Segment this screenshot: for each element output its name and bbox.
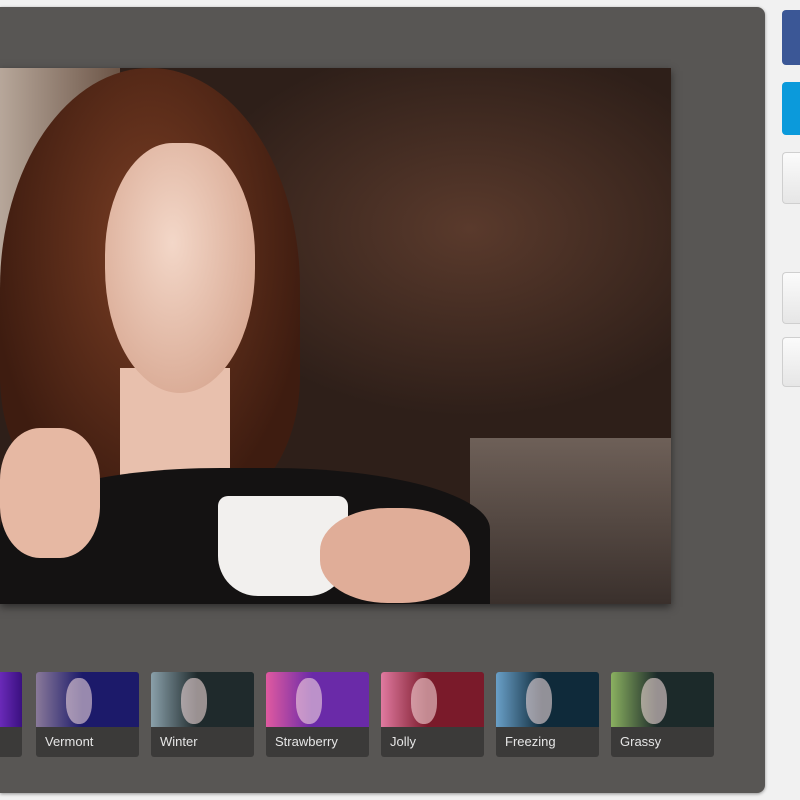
filter-strip: Vermont Winter Strawberry Jolly Freezing… xyxy=(0,672,765,758)
twitter-share-button[interactable] xyxy=(782,82,800,135)
filter-label: Winter xyxy=(160,734,198,749)
filter-label: Freezing xyxy=(505,734,556,749)
filter-thumbnail xyxy=(381,672,484,727)
filter-thumbnail xyxy=(611,672,714,727)
filter-label: Vermont xyxy=(45,734,94,749)
photo-hand-cup xyxy=(320,508,470,603)
photo-preview xyxy=(0,68,671,604)
filter-item[interactable] xyxy=(0,672,22,757)
photo-hand xyxy=(0,428,100,558)
action-button[interactable] xyxy=(782,272,800,324)
facebook-share-button[interactable] xyxy=(782,10,800,65)
filter-item-strawberry[interactable]: Strawberry xyxy=(266,672,369,757)
photo-face xyxy=(105,143,255,393)
filter-thumbnail xyxy=(266,672,369,727)
filter-item-jolly[interactable]: Jolly xyxy=(381,672,484,757)
filter-label: Grassy xyxy=(620,734,662,749)
filter-label: Jolly xyxy=(390,734,417,749)
filter-item-vermont[interactable]: Vermont xyxy=(36,672,139,757)
filter-item-grassy[interactable]: Grassy xyxy=(611,672,714,757)
action-button-2[interactable] xyxy=(782,337,800,387)
filter-thumbnail xyxy=(151,672,254,727)
filter-item-winter[interactable]: Winter xyxy=(151,672,254,757)
filter-thumbnail xyxy=(36,672,139,727)
photo-table xyxy=(470,438,671,604)
filter-item-freezing[interactable]: Freezing xyxy=(496,672,599,757)
share-button[interactable] xyxy=(782,152,800,204)
filter-thumbnail xyxy=(496,672,599,727)
filter-thumbnail xyxy=(0,672,22,727)
filter-label: Strawberry xyxy=(275,734,338,749)
